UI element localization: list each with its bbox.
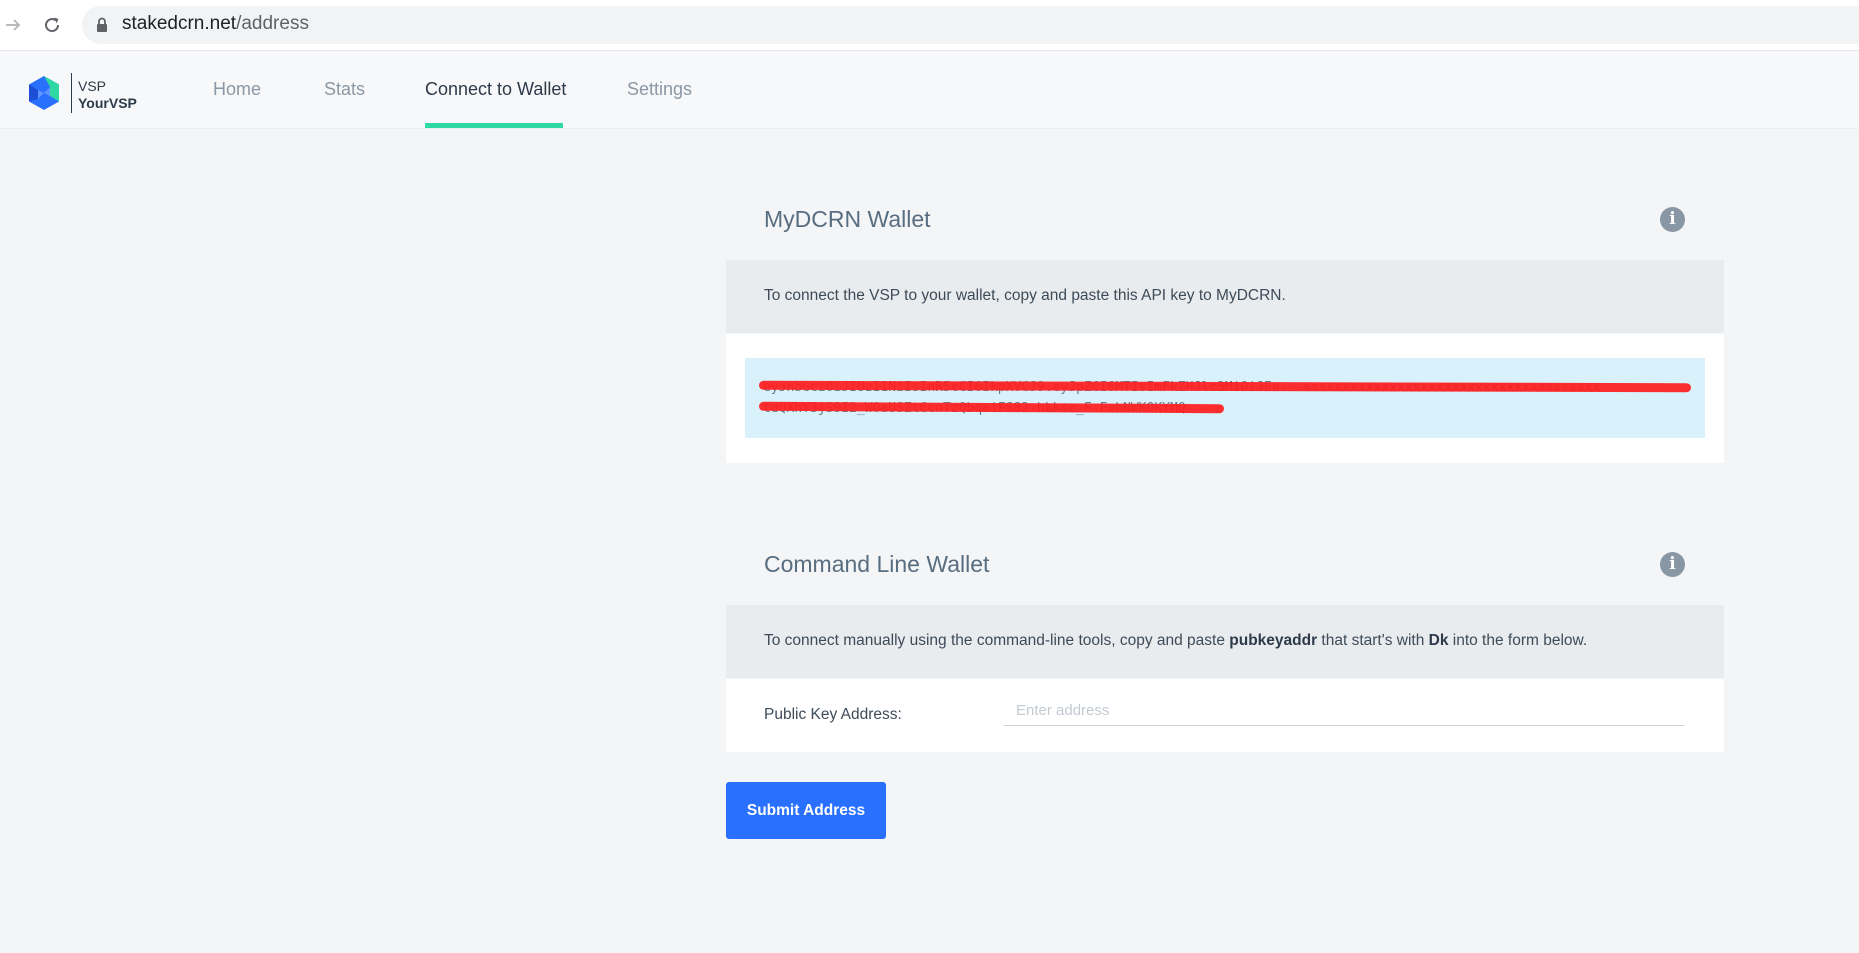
forward-arrow-icon[interactable] [0, 12, 26, 38]
api-key-box[interactable]: eyJhbGciOiJIUzI1NiIsInR5cCI6IkpXVCJ9.eyJ… [745, 358, 1705, 438]
address-bar[interactable] [82, 6, 1859, 44]
api-key-card: eyJhbGciOiJIUzI1NiIsInR5cCI6IkpXVCJ9.eyJ… [726, 334, 1724, 463]
cli-description-band: To connect manually using the command-li… [726, 605, 1724, 678]
public-key-address-input[interactable] [1004, 696, 1684, 726]
cli-description-before: To connect manually using the command-li… [764, 632, 1230, 649]
logo-vsp-text: VSP [78, 78, 107, 94]
vsp-logo-icon[interactable] [26, 75, 62, 111]
url-text[interactable]: stakedcrn.net/address [122, 13, 309, 35]
nav-tab-home[interactable]: Home [213, 79, 261, 100]
app-header: VSP YourVSP Home Stats Connect to Wallet… [0, 51, 1859, 129]
url-host: stakedcrn.net [122, 13, 237, 34]
nav-tab-settings[interactable]: Settings [627, 79, 692, 100]
browser-toolbar: stakedcrn.net/address [0, 0, 1859, 51]
mydcrn-info-icon[interactable]: i [1660, 207, 1685, 232]
submit-address-button[interactable]: Submit Address [726, 782, 886, 839]
cli-description-after: into the form below. [1448, 632, 1588, 649]
cli-description: To connect manually using the command-li… [764, 632, 1587, 650]
nav-tab-stats[interactable]: Stats [324, 79, 365, 100]
cli-description-middle: that start's with [1317, 632, 1429, 649]
cli-info-icon[interactable]: i [1660, 552, 1685, 577]
lock-icon [96, 17, 108, 33]
logo-name-text: YourVSP [78, 95, 137, 111]
active-tab-underline [425, 123, 563, 128]
public-key-form-row: Public Key Address: [726, 679, 1724, 752]
mydcrn-description: To connect the VSP to your wallet, copy … [764, 287, 1286, 304]
nav-tab-connect-to-wallet[interactable]: Connect to Wallet [425, 79, 566, 100]
reload-icon[interactable] [39, 12, 65, 38]
public-key-address-label: Public Key Address: [764, 706, 902, 723]
logo-divider [71, 73, 72, 113]
cli-section-title: Command Line Wallet [764, 551, 990, 577]
dk-prefix-term: Dk [1428, 632, 1449, 649]
mydcrn-section-title: MyDCRN Wallet [764, 206, 931, 232]
url-path: /address [236, 13, 309, 34]
mydcrn-description-band: To connect the VSP to your wallet, copy … [726, 260, 1724, 333]
pubkeyaddr-term: pubkeyaddr [1229, 632, 1318, 649]
